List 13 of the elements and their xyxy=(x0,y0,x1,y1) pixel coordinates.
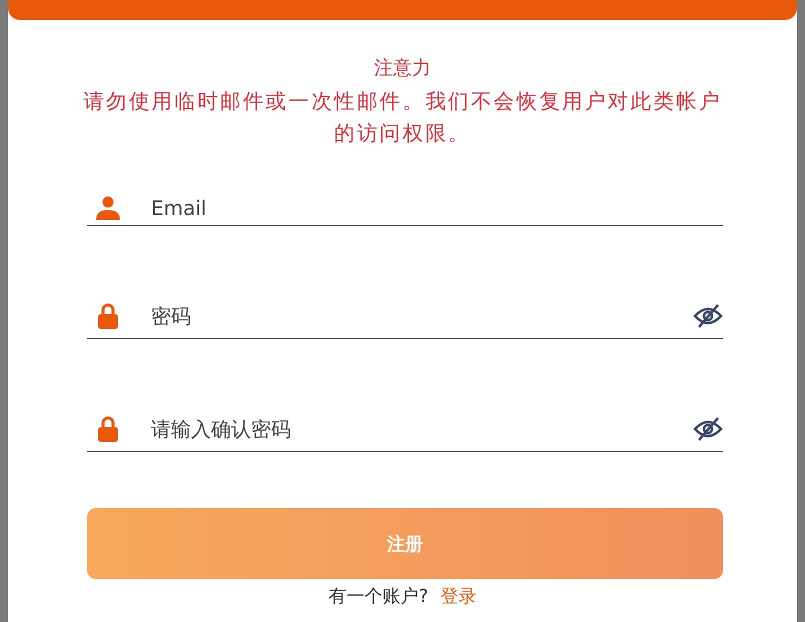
notice-title: 注意力 xyxy=(373,56,432,81)
lock-icon xyxy=(98,303,118,329)
register-button[interactable]: 注册 xyxy=(87,508,723,579)
input-field[interactable]: Email xyxy=(151,196,723,220)
eye-off-icon[interactable] xyxy=(693,417,723,441)
person-icon xyxy=(95,196,121,220)
input-field[interactable]: 请输入确认密码 xyxy=(151,417,693,441)
eye-off-icon[interactable] xyxy=(693,304,723,328)
footer-text: 有一个账户? xyxy=(328,586,428,607)
login-link[interactable]: 登录 xyxy=(440,586,476,607)
input-field[interactable]: 密码 xyxy=(151,304,693,328)
lock-icon xyxy=(98,416,118,442)
notice-message: 请勿使用临时邮件或一次性邮件。我们不会恢复用户对此类帐户的访问权限。 xyxy=(82,88,722,147)
